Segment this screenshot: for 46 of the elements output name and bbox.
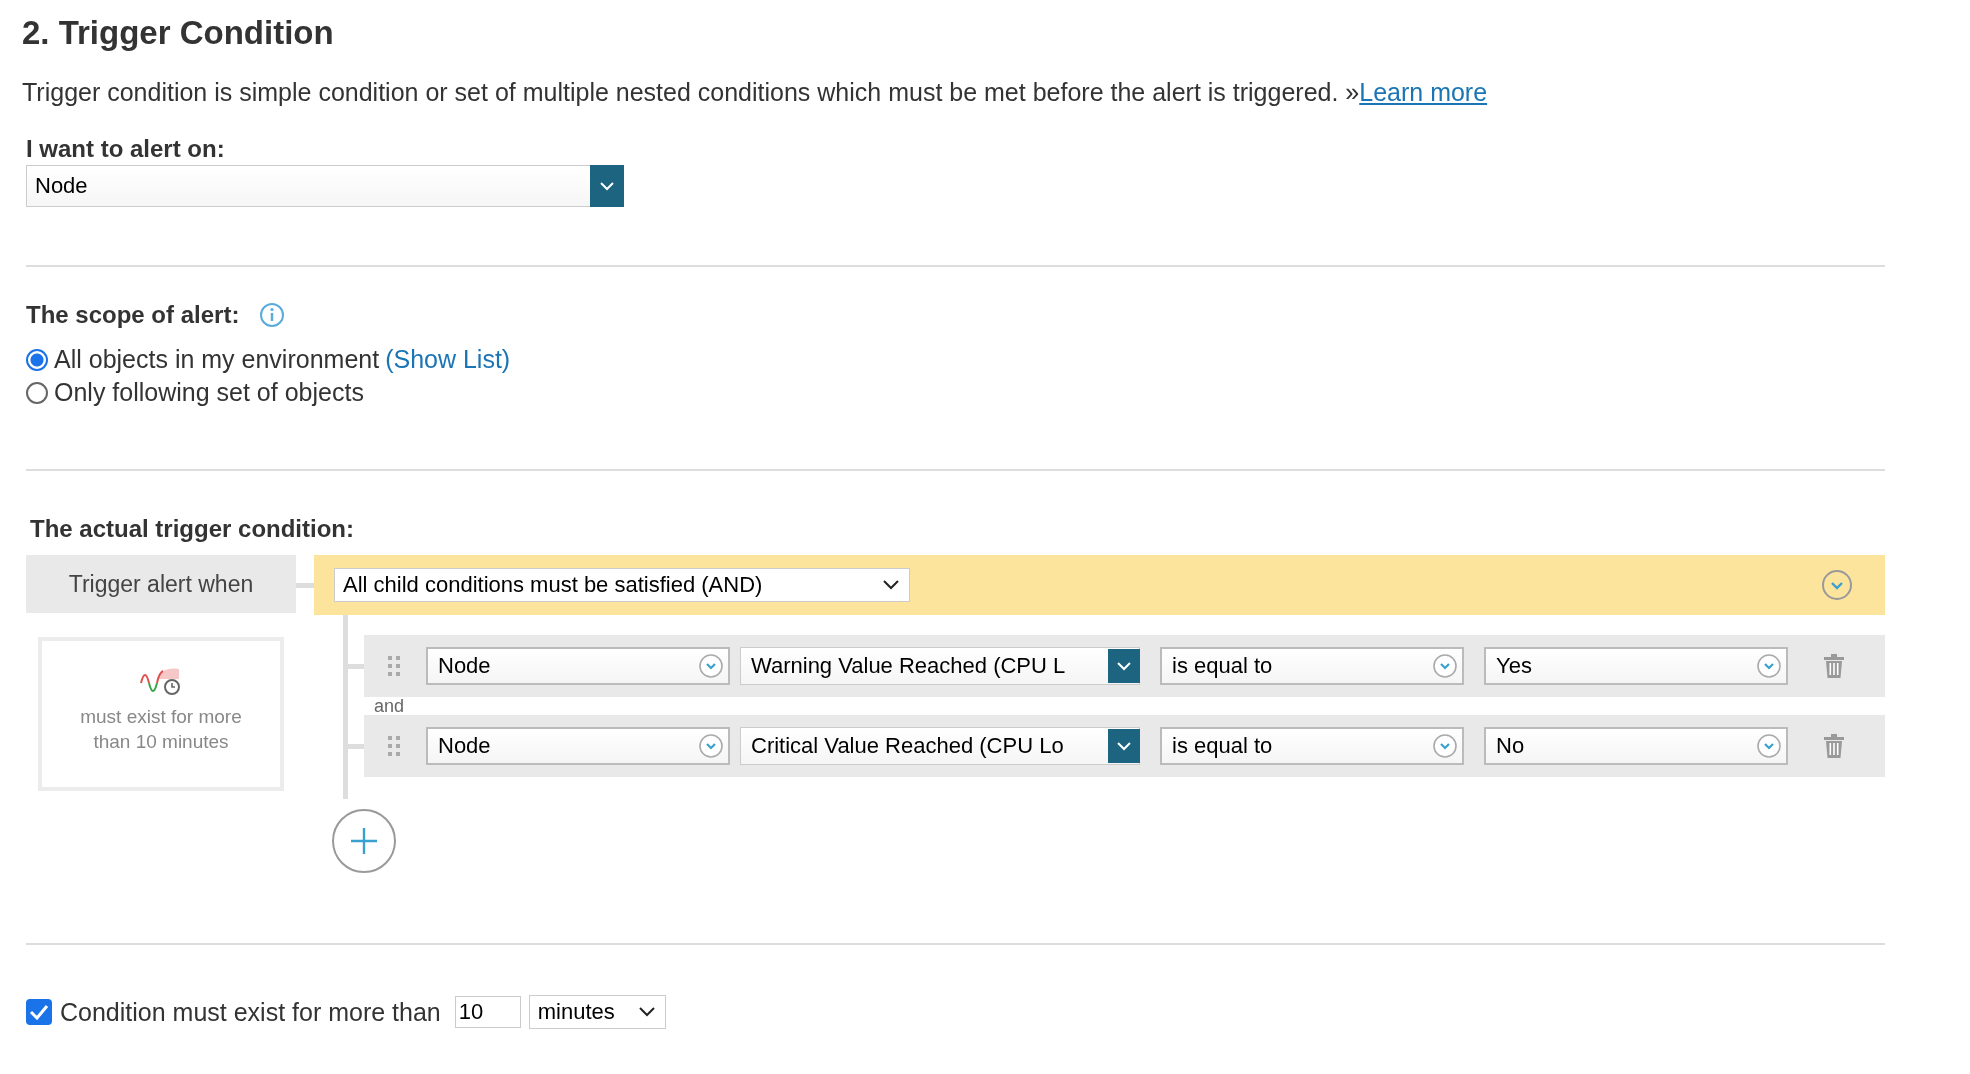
trash-icon[interactable] xyxy=(1824,654,1844,678)
checkbox-label[interactable]: Condition must exist for more than xyxy=(60,997,441,1027)
duration-field[interactable]: 10 xyxy=(454,996,521,1028)
chevron-down-icon xyxy=(883,580,899,590)
field-label: I want to alert on: xyxy=(26,135,226,163)
chevron-down-icon xyxy=(1117,661,1131,671)
learn-more-link[interactable]: Learn more xyxy=(1359,78,1488,106)
field-dropdown[interactable]: Critical Value Reached (CPU Lo xyxy=(740,727,1140,765)
chevron-down-icon xyxy=(1432,653,1458,679)
radio-button[interactable] xyxy=(26,348,48,371)
field-label: The scope of alert: xyxy=(26,301,240,329)
object-dropdown[interactable]: Node xyxy=(426,727,730,765)
operator-dropdown[interactable]: is equal to xyxy=(1160,647,1464,685)
chevron-down-icon xyxy=(698,653,724,679)
object-dropdown[interactable]: Node xyxy=(426,647,730,685)
section-title: 2. Trigger Condition xyxy=(22,14,335,52)
checkbox[interactable] xyxy=(26,999,52,1025)
chevron-down-icon xyxy=(698,733,724,759)
expand-icon[interactable] xyxy=(1821,569,1853,601)
radio-button[interactable] xyxy=(26,381,48,404)
value-dropdown[interactable]: Yes xyxy=(1484,647,1788,685)
section-label: The actual trigger condition: xyxy=(30,515,355,543)
description-text: Trigger condition is simple condition or set of multiple nested conditions which must be met before the alert is triggered. »Learn more xyxy=(22,78,1489,107)
chevron-down-icon xyxy=(1432,733,1458,759)
plus-icon xyxy=(349,826,379,856)
radio-label[interactable]: Only following set of objects xyxy=(54,378,364,407)
summary-text: must exist for more than 10 minutes xyxy=(79,705,243,754)
show-list-link[interactable]: (Show List) xyxy=(385,345,511,374)
logic-dropdown[interactable]: All child conditions must be satisfied (AND) xyxy=(334,568,910,602)
alert-on-dropdown[interactable]: Node xyxy=(26,165,624,207)
and-label: and xyxy=(374,697,406,715)
trash-icon[interactable] xyxy=(1824,734,1844,758)
info-icon[interactable] xyxy=(259,302,286,328)
chevron-down-icon xyxy=(1117,741,1131,751)
trigger-when-label: Trigger alert when xyxy=(26,555,296,613)
chevron-down-icon xyxy=(600,181,614,191)
chevron-down-icon xyxy=(1756,733,1782,759)
drag-handle-icon[interactable] xyxy=(388,736,400,756)
radio-label[interactable]: All objects in my environment xyxy=(54,345,380,374)
value-dropdown[interactable]: No xyxy=(1484,727,1788,765)
chevron-down-icon xyxy=(638,1007,655,1017)
unit-dropdown[interactable]: minutes xyxy=(528,995,666,1029)
field-dropdown[interactable]: Warning Value Reached (CPU L xyxy=(740,647,1140,685)
chevron-down-icon xyxy=(1756,653,1782,679)
operator-dropdown[interactable]: is equal to xyxy=(1160,727,1464,765)
drag-handle-icon[interactable] xyxy=(388,656,400,676)
